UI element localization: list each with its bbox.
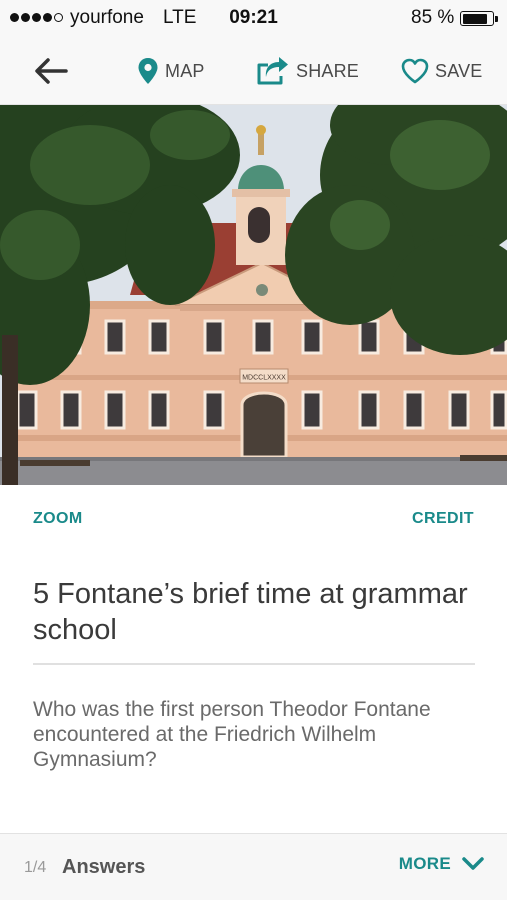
answer-counter: 1/4 <box>24 859 47 876</box>
hero-image[interactable]: MDCCLXXXX <box>0 105 507 485</box>
answers-footer: 1/4 Answers MORE <box>0 833 507 900</box>
status-bar: yourfone LTE 09:21 85 % <box>0 0 507 38</box>
battery-nub <box>495 16 498 22</box>
heart-icon <box>401 58 429 84</box>
map-button[interactable]: MAP <box>137 54 205 88</box>
chevron-down-icon <box>462 857 484 870</box>
share-button[interactable]: SHARE <box>256 54 359 88</box>
back-button[interactable] <box>32 54 70 88</box>
top-toolbar: MAP SHARE SAVE <box>0 38 507 105</box>
battery-icon <box>460 11 494 26</box>
save-label: SAVE <box>435 60 483 81</box>
share-icon <box>257 57 288 85</box>
question-title: 5 Fontane’s brief time at grammar school <box>33 578 468 646</box>
arrow-left-icon <box>35 58 68 84</box>
building-inscription: MDCCLXXXX <box>242 375 286 382</box>
save-button[interactable]: SAVE <box>401 54 483 88</box>
map-label: MAP <box>165 60 205 81</box>
more-label: MORE <box>398 854 451 873</box>
share-label: SHARE <box>296 60 360 81</box>
school-building-photo: MDCCLXXXX <box>0 105 507 485</box>
answers-label: Answers <box>62 856 146 878</box>
battery-percentage: 85 % <box>411 7 455 28</box>
credit-link[interactable]: CREDIT <box>412 510 474 528</box>
question-text: Who was the first person Theodor Fontane… <box>33 698 431 771</box>
zoom-link[interactable]: ZOOM <box>33 510 83 528</box>
divider <box>33 663 475 665</box>
map-pin-icon <box>138 58 158 84</box>
more-button[interactable]: MORE <box>399 854 485 874</box>
